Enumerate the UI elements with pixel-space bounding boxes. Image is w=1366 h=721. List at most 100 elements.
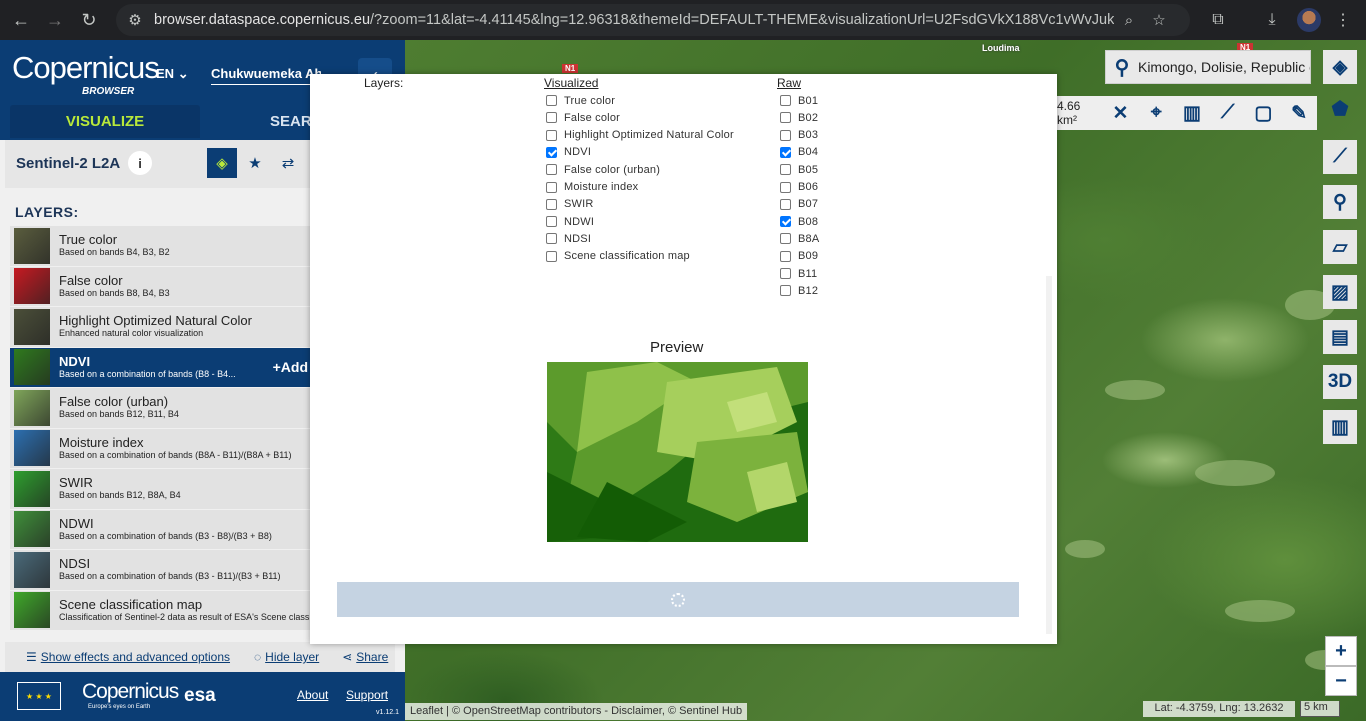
- zoom-in-button[interactable]: +: [1325, 636, 1357, 666]
- raw-band-option[interactable]: B03: [780, 127, 818, 144]
- support-link[interactable]: Support: [346, 688, 388, 702]
- raw-band-checkbox[interactable]: [780, 216, 791, 228]
- raw-band-checkbox[interactable]: [780, 95, 791, 106]
- line-icon[interactable]: ⟋: [1323, 140, 1357, 174]
- raw-band-checkbox[interactable]: [780, 285, 791, 297]
- timeseries-icon[interactable]: ⟋: [1210, 102, 1246, 124]
- layer-item[interactable]: NDWI Based on a combination of bands (B3 …: [10, 509, 310, 550]
- raw-band-option[interactable]: B07: [780, 196, 818, 213]
- add-layer-button[interactable]: +Add: [273, 359, 308, 375]
- visualized-option[interactable]: False color: [546, 109, 620, 126]
- visualized-option[interactable]: SWIR: [546, 196, 594, 213]
- raw-band-option[interactable]: B06: [780, 179, 818, 196]
- visualized-checkbox[interactable]: [546, 216, 557, 228]
- location-search[interactable]: ⚲ Kimongo, Dolisie, Republic of: [1105, 50, 1311, 84]
- pencil-icon[interactable]: ✎: [1281, 102, 1317, 125]
- user-menu[interactable]: Chukwuemeka Ah: [211, 66, 321, 85]
- visualized-option[interactable]: True color: [546, 92, 615, 109]
- language-select[interactable]: EN ⌄: [156, 66, 189, 82]
- visualized-checkbox[interactable]: [546, 181, 557, 193]
- visualized-checkbox[interactable]: [546, 112, 557, 124]
- raw-band-option[interactable]: B04: [780, 144, 818, 161]
- location-search-input[interactable]: Kimongo, Dolisie, Republic of: [1138, 59, 1310, 75]
- visualized-option[interactable]: NDWI: [546, 213, 594, 230]
- profile-avatar[interactable]: [1293, 4, 1325, 36]
- visualized-option[interactable]: NDVI: [546, 144, 591, 161]
- layer-item[interactable]: Highlight Optimized Natural Color Enhance…: [10, 307, 310, 348]
- zoom-out-button[interactable]: −: [1325, 666, 1357, 696]
- layer-item[interactable]: False color Based on bands B8, B4, B3: [10, 266, 310, 307]
- rectangle-icon[interactable]: ▢: [1246, 102, 1282, 125]
- raw-band-checkbox[interactable]: [780, 268, 791, 279]
- compare-icon[interactable]: ⇄: [273, 148, 303, 178]
- polygon-icon[interactable]: ⬟: [1323, 92, 1357, 126]
- visualized-checkbox[interactable]: [546, 164, 557, 176]
- layer-item[interactable]: False color (urban) Based on bands B12, B…: [10, 388, 310, 429]
- pin-icon[interactable]: ⚲: [1323, 185, 1357, 219]
- forward-icon[interactable]: →: [38, 4, 72, 36]
- visualized-checkbox[interactable]: [546, 250, 557, 262]
- visualized-option[interactable]: False color (urban): [546, 161, 660, 178]
- raw-band-checkbox[interactable]: [780, 250, 791, 262]
- visualized-option[interactable]: Moisture index: [546, 179, 638, 196]
- layer-item[interactable]: True color Based on bands B4, B3, B2: [10, 226, 310, 267]
- extensions-icon[interactable]: ⧉: [1202, 4, 1234, 36]
- raw-band-option[interactable]: B12: [780, 282, 818, 299]
- pins-star-icon[interactable]: ★: [240, 148, 270, 178]
- dialog-scrollbar[interactable]: [1046, 276, 1052, 634]
- raw-band-option[interactable]: B08: [780, 213, 818, 230]
- raw-band-option[interactable]: B09: [780, 248, 818, 265]
- hide-layer-link[interactable]: Hide layer: [265, 650, 319, 664]
- raw-band-checkbox[interactable]: [780, 198, 791, 210]
- visualized-checkbox[interactable]: [546, 95, 557, 106]
- reload-icon[interactable]: ↻: [72, 4, 106, 36]
- download-icon[interactable]: ⤓: [1256, 4, 1288, 36]
- layer-item[interactable]: SWIR Based on bands B12, B8A, B4: [10, 469, 310, 510]
- raw-band-checkbox[interactable]: [780, 233, 791, 245]
- raw-band-checkbox[interactable]: [780, 146, 791, 158]
- zoom-icon[interactable]: ⌕: [1114, 12, 1144, 29]
- visualized-option[interactable]: Highlight Optimized Natural Color: [546, 127, 734, 144]
- menu-icon[interactable]: ⋮: [1327, 4, 1359, 36]
- layer-item[interactable]: NDSI Based on a combination of bands (B3 …: [10, 550, 310, 591]
- layer-item[interactable]: Moisture index Based on a combination of …: [10, 428, 310, 469]
- image-download-icon[interactable]: ▨: [1323, 275, 1357, 309]
- back-icon[interactable]: ←: [4, 4, 38, 36]
- address-bar[interactable]: ⚙ browser.dataspace.copernicus.eu/?zoom=…: [116, 4, 1190, 36]
- raw-band-option[interactable]: B02: [780, 109, 818, 126]
- raw-band-checkbox[interactable]: [780, 164, 791, 176]
- dataset-name[interactable]: Sentinel-2 L2A: [16, 155, 120, 172]
- visualized-option[interactable]: Scene classification map: [546, 248, 690, 265]
- layer-item[interactable]: Scene classification map Classification o…: [10, 590, 310, 631]
- visualized-option[interactable]: NDSI: [546, 230, 591, 247]
- clear-aoi-icon[interactable]: ✕: [1103, 102, 1139, 125]
- visualized-checkbox[interactable]: [546, 146, 557, 158]
- generate-progress-bar[interactable]: [337, 582, 1019, 617]
- tab-visualize[interactable]: VISUALIZE: [10, 105, 200, 138]
- raw-band-option[interactable]: B11: [780, 265, 817, 282]
- raw-band-option[interactable]: B8A: [780, 230, 819, 247]
- 3d-button[interactable]: 3D: [1323, 365, 1357, 399]
- bookmark-star-icon[interactable]: ☆: [1144, 11, 1174, 29]
- raw-band-option[interactable]: B05: [780, 161, 818, 178]
- center-aoi-icon[interactable]: ⌖: [1138, 102, 1174, 124]
- raw-band-checkbox[interactable]: [780, 181, 791, 193]
- layers-tab-icon[interactable]: ◈: [207, 148, 237, 178]
- about-link[interactable]: About: [297, 688, 328, 702]
- ruler-icon[interactable]: ▱: [1323, 230, 1357, 264]
- layers-icon[interactable]: ◈: [1323, 50, 1357, 84]
- share-link[interactable]: Share: [356, 650, 388, 664]
- visualized-checkbox[interactable]: [546, 129, 557, 141]
- layer-item-selected[interactable]: NDVI Based on a combination of bands (B8 …: [10, 347, 310, 388]
- raw-band-checkbox[interactable]: [780, 129, 791, 141]
- raw-band-checkbox[interactable]: [780, 112, 791, 124]
- raw-band-option[interactable]: B01: [780, 92, 818, 109]
- effects-link[interactable]: Show effects and advanced options: [41, 650, 230, 664]
- histogram-icon[interactable]: ▥: [1323, 410, 1357, 444]
- timelapse-icon[interactable]: ▤: [1323, 320, 1357, 354]
- statistics-icon[interactable]: ▥: [1174, 102, 1210, 125]
- visualized-checkbox[interactable]: [546, 233, 557, 245]
- site-info-icon[interactable]: ⚙: [116, 11, 154, 29]
- info-icon[interactable]: i: [128, 151, 152, 175]
- search-icon[interactable]: ⚲: [1106, 55, 1138, 80]
